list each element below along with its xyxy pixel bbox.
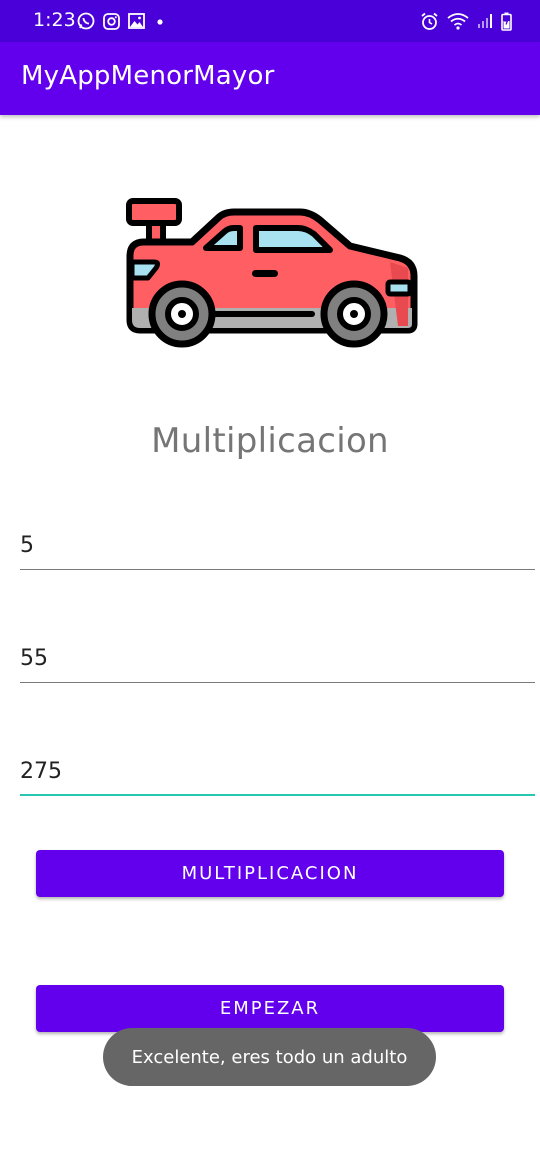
toast-message: Excelente, eres todo un adulto [103, 1028, 436, 1086]
result-input[interactable] [20, 752, 535, 796]
system-icons [420, 10, 512, 32]
second-number-input[interactable] [20, 639, 535, 683]
app-title: MyAppMenorMayor [21, 61, 275, 91]
whatsapp-icon [77, 12, 95, 30]
alarm-icon [420, 12, 439, 31]
start-button[interactable]: EMPEZAR [36, 985, 504, 1032]
signal-icon [477, 13, 493, 29]
wifi-icon [447, 12, 469, 30]
battery-icon [501, 12, 512, 31]
notification-icons [77, 10, 167, 32]
car-icon [122, 196, 418, 352]
page-title: Multiplicacion [151, 421, 389, 461]
multiply-button[interactable]: MULTIPLICACION [36, 850, 504, 897]
status-time: 1:23 [33, 9, 76, 31]
status-bar: 1:23 [0, 0, 540, 42]
dot-icon [153, 14, 167, 28]
first-number-input[interactable] [20, 526, 535, 570]
gallery-icon [128, 13, 145, 29]
app-bar: MyAppMenorMayor [0, 42, 540, 115]
instagram-icon [103, 12, 120, 30]
